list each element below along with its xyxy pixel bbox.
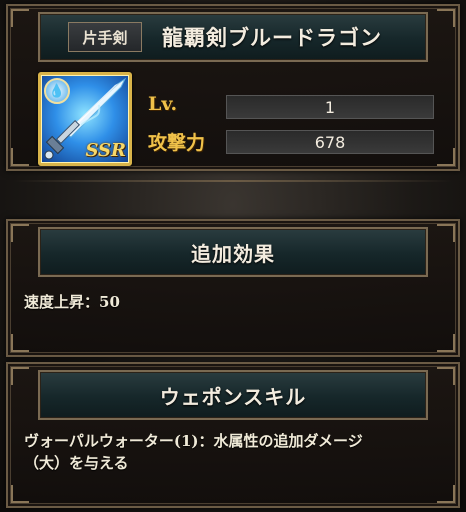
frame-corner <box>11 9 29 27</box>
frame-corner <box>11 485 29 503</box>
frame-corner <box>437 224 455 242</box>
frame-corner <box>437 367 455 385</box>
effect-panel: 追加効果 速度上昇：50 <box>6 219 460 357</box>
frame-corner <box>11 334 29 352</box>
level-value: 1 <box>226 95 434 119</box>
frame-corner <box>437 9 455 27</box>
frame-corner <box>437 334 455 352</box>
skill-text-line1: ヴォーパルウォーター(1)：水属性の追加ダメージ <box>24 432 363 450</box>
weapon-type-badge: 片手剣 <box>68 22 142 52</box>
effect-title: 追加効果 <box>191 241 275 266</box>
frame-corner <box>437 148 455 166</box>
skill-header: ウェポンスキル <box>38 370 428 420</box>
skill-panel: ウェポンスキル ヴォーパルウォーター(1)：水属性の追加ダメージ （大）を与える <box>6 362 460 508</box>
frame-corner <box>11 224 29 242</box>
section-divider <box>14 180 452 182</box>
skill-title: ウェポンスキル <box>159 384 307 409</box>
attack-value: 678 <box>226 130 434 154</box>
effect-text: 速度上昇：50 <box>24 293 120 311</box>
weapon-header: 片手剣 龍覇剣ブルードラゴン <box>38 12 428 62</box>
level-label: Lv. <box>148 93 178 115</box>
weapon-icon[interactable]: 💧 SSR <box>38 72 132 166</box>
water-drop-icon: 💧 <box>44 78 70 104</box>
frame-corner <box>437 485 455 503</box>
attack-label: 攻撃力 <box>148 132 206 154</box>
weapon-panel: 片手剣 龍覇剣ブルードラゴン 💧 SSR Lv. 1 攻撃力 678 <box>6 4 460 171</box>
weapon-name: 龍覇剣ブルードラゴン <box>162 25 382 50</box>
effect-header: 追加効果 <box>38 227 428 277</box>
frame-corner <box>11 148 29 166</box>
skill-text-line2: （大）を与える <box>24 454 129 472</box>
frame-corner <box>11 367 29 385</box>
rarity-badge: SSR <box>85 140 126 161</box>
